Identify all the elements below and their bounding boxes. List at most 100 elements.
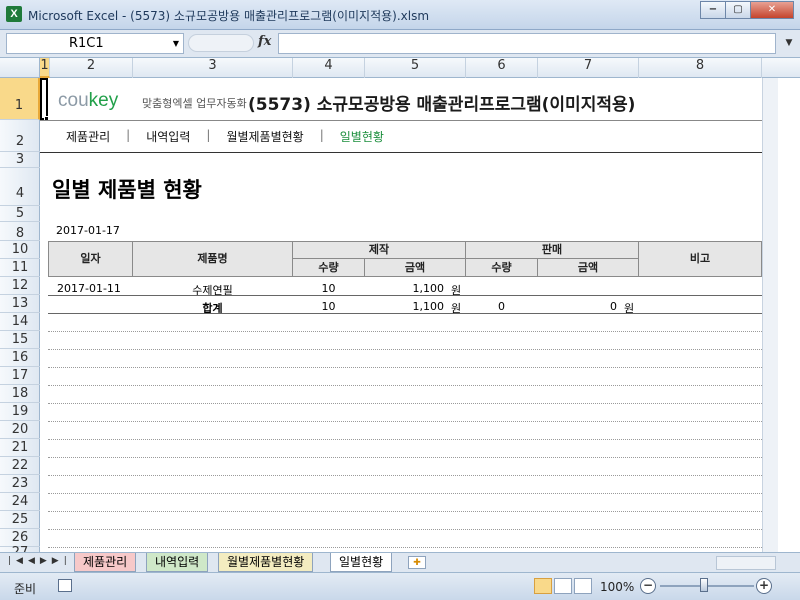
row-header[interactable]: 13 (0, 295, 40, 313)
chevron-down-icon[interactable]: ▼ (781, 33, 797, 54)
column-header[interactable]: 8 (639, 58, 762, 78)
row-divider (48, 367, 762, 368)
report-date: 2017-01-17 (56, 224, 120, 237)
total-sales-qty: 0 (498, 300, 505, 313)
header-note: 비고 (638, 241, 762, 277)
maximize-button[interactable]: ▢ (725, 1, 751, 19)
total-production-qty: 10 (321, 300, 336, 313)
page-layout-view-icon[interactable] (554, 578, 572, 594)
formula-tools: fx (186, 33, 276, 54)
row-header[interactable]: 23 (0, 475, 40, 493)
zoom-out-icon[interactable]: − (640, 578, 656, 594)
record-macro-icon[interactable] (58, 579, 72, 592)
row-header[interactable]: 24 (0, 493, 40, 511)
row-header[interactable]: 25 (0, 511, 40, 529)
sheet-tabs-bar: |◀◀▶▶| 제품관리 내역입력 월별제품별현황 일별현황 ✚ (0, 552, 800, 572)
cell-production-amount[interactable]: 1,100 (364, 282, 445, 295)
status-bar: 준비 100% − + (0, 572, 800, 600)
row-divider (48, 313, 762, 314)
zoom-in-icon[interactable]: + (756, 578, 772, 594)
title-bar: X Microsoft Excel - (5573) 소규모공방용 매출관리프로… (0, 0, 800, 30)
menu-item-daily-status[interactable]: 일별현황 (340, 128, 384, 145)
view-switcher (534, 578, 594, 594)
worksheet-grid: 1 2 3 4 5 6 7 8 1 2 3 4 5 8 10 11 12 13 … (0, 58, 800, 552)
insert-sheet-icon[interactable]: ✚ (408, 556, 426, 569)
row-header[interactable]: 4 (0, 168, 40, 206)
row-header[interactable]: 2 (0, 120, 40, 152)
row-header[interactable]: 11 (0, 259, 40, 277)
row-header[interactable]: 20 (0, 421, 40, 439)
row-header[interactable]: 3 (0, 152, 40, 168)
tab-scroll-arrows-icon[interactable]: |◀◀▶▶| (8, 556, 72, 566)
row-divider (48, 349, 762, 350)
row-divider (48, 403, 762, 404)
column-header[interactable]: 5 (365, 58, 466, 78)
insert-function-icon[interactable]: fx (258, 34, 271, 49)
header-date: 일자 (48, 241, 133, 277)
row-divider (48, 439, 762, 440)
normal-view-icon[interactable] (534, 578, 552, 594)
row-divider (48, 529, 762, 530)
column-header[interactable]: 4 (293, 58, 365, 78)
tab-monthly-product-status[interactable]: 월별제품별현황 (218, 553, 314, 572)
row-divider (48, 295, 762, 296)
name-box-value: R1C1 (69, 36, 104, 51)
tab-entry-input[interactable]: 내역입력 (146, 553, 209, 572)
select-all-corner[interactable] (0, 58, 40, 78)
column-header[interactable]: 2 (50, 58, 133, 78)
header-product: 제품명 (132, 241, 293, 277)
row-header[interactable]: 10 (0, 241, 40, 259)
row-header[interactable]: 21 (0, 439, 40, 457)
row-headers: 1 2 3 4 5 8 10 11 12 13 14 15 16 17 18 1… (0, 78, 40, 552)
column-header[interactable]: 7 (538, 58, 639, 78)
row-header[interactable]: 12 (0, 277, 40, 295)
header-production-qty: 수량 (292, 258, 365, 277)
row-divider (48, 457, 762, 458)
menu-item-product-management[interactable]: 제품관리 (66, 128, 110, 145)
row-divider (48, 331, 762, 332)
logo-text: cou (58, 90, 89, 111)
row-header[interactable]: 16 (0, 349, 40, 367)
name-box[interactable]: R1C1 ▼ (6, 33, 184, 54)
row-header[interactable]: 1 (0, 78, 40, 120)
zoom-slider-thumb[interactable] (700, 578, 708, 592)
page-break-view-icon[interactable] (574, 578, 592, 594)
total-production-amount: 1,100 (412, 300, 445, 313)
menu-item-entry-input[interactable]: 내역입력 (146, 128, 190, 145)
tab-product-management[interactable]: 제품관리 (74, 553, 137, 572)
row-header[interactable]: 19 (0, 403, 40, 421)
formula-input[interactable] (278, 33, 776, 54)
row-divider (48, 511, 762, 512)
excel-icon[interactable]: X (6, 6, 22, 22)
vertical-scrollbar[interactable] (762, 78, 778, 552)
row-header[interactable]: 5 (0, 206, 40, 222)
row-header[interactable]: 18 (0, 385, 40, 403)
zoom-level[interactable]: 100% (600, 580, 634, 594)
total-sales-amount: 0 (610, 300, 617, 313)
header-production-amount: 금액 (364, 258, 466, 277)
formula-splitter[interactable] (188, 34, 254, 52)
row-header[interactable]: 15 (0, 331, 40, 349)
horizontal-scrollbar[interactable] (716, 556, 776, 570)
close-button[interactable]: ✕ (750, 1, 794, 19)
column-header[interactable]: 1 (40, 58, 50, 78)
cell-date[interactable]: 2017-01-11 (57, 282, 121, 295)
row-header[interactable]: 22 (0, 457, 40, 475)
row-divider (48, 385, 762, 386)
row-header[interactable]: 8 (0, 222, 40, 241)
row-header[interactable]: 14 (0, 313, 40, 331)
row-divider (48, 475, 762, 476)
column-header[interactable]: 3 (133, 58, 293, 78)
menu-separator: | (319, 128, 324, 142)
active-cell-cursor[interactable] (40, 78, 48, 120)
menu-item-monthly-product-status[interactable]: 월별제품별현황 (226, 128, 303, 145)
chevron-down-icon[interactable]: ▼ (173, 39, 179, 48)
sheet-area[interactable]: coukey 맞춤형엑셀 업무자동화 (5573) 소규모공방용 매출관리프로그… (40, 78, 776, 552)
page-heading: 일별 제품별 현황 (52, 178, 202, 202)
row-header[interactable]: 17 (0, 367, 40, 385)
minimize-button[interactable]: − (700, 1, 726, 19)
cell-production-qty[interactable]: 10 (292, 282, 365, 295)
formula-bar: R1C1 ▼ fx ▼ (0, 30, 800, 58)
tab-daily-status[interactable]: 일별현황 (330, 553, 393, 572)
column-header[interactable]: 6 (466, 58, 538, 78)
